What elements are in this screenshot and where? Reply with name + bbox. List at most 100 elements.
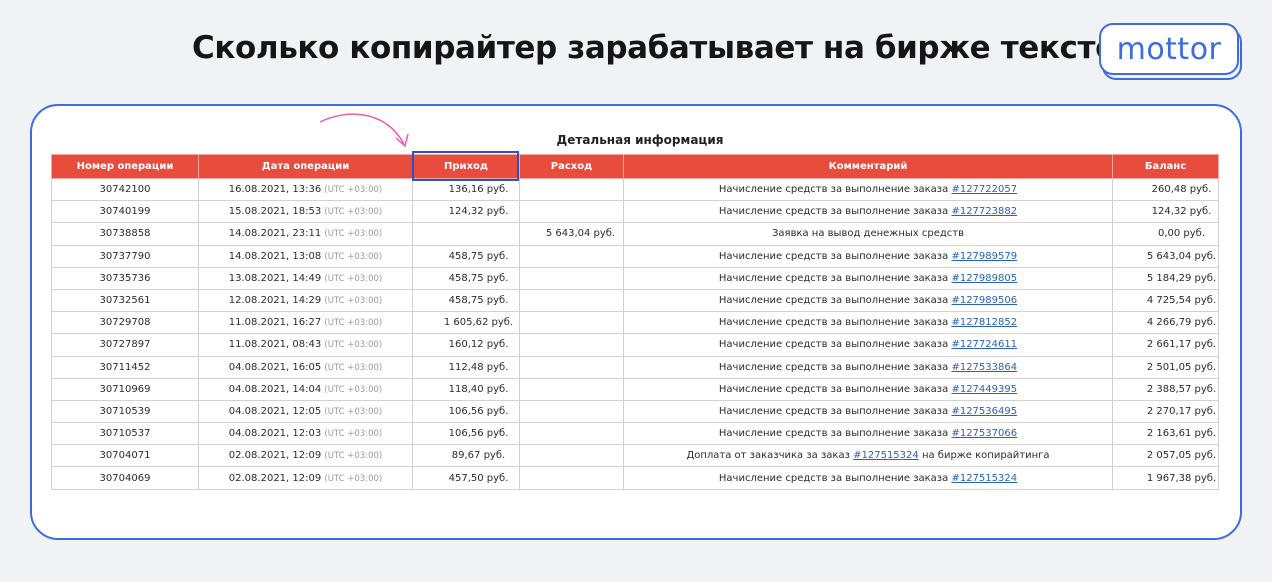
operation-date: 02.08.2021, 12:09 (UTC +03:00) <box>198 444 413 468</box>
timezone-label: (UTC +03:00) <box>324 251 383 262</box>
section-title: Детальная информация <box>556 133 724 147</box>
comment: Начисление средств за выполнение заказа … <box>623 288 1113 313</box>
comment: Начисление средств за выполнение заказа … <box>623 422 1113 446</box>
mottor-logo[interactable]: mottor <box>1099 23 1242 80</box>
balance-amount: 4 266,79 руб. <box>1112 311 1219 335</box>
expense-amount <box>519 466 624 490</box>
income-amount: 106,56 руб. <box>412 422 520 446</box>
timezone-label: (UTC +03:00) <box>324 473 383 484</box>
timezone-label: (UTC +03:00) <box>324 406 383 417</box>
balance-amount: 5 643,04 руб. <box>1112 244 1219 268</box>
operation-date: 12.08.2021, 14:29 (UTC +03:00) <box>198 288 413 313</box>
order-link[interactable]: #127989579 <box>951 251 1017 262</box>
order-link[interactable]: #127533864 <box>951 362 1017 373</box>
table-row: 30729708 11.08.2021, 16:27 (UTC +03:00) 1 … <box>51 311 1219 335</box>
order-link[interactable]: #127724611 <box>951 339 1017 350</box>
timezone-label: (UTC +03:00) <box>324 185 383 196</box>
table-row: 30742100 16.08.2021, 13:36 (UTC +03:00) 13… <box>51 177 1219 202</box>
operation-date: 16.08.2021, 13:36 (UTC +03:00) <box>198 177 413 202</box>
timezone-label: (UTC +03:00) <box>324 384 383 395</box>
operation-number: 30742100 <box>51 177 199 202</box>
comment-text: Начисление средств за выполнение заказа <box>718 272 949 284</box>
operation-number: 30735736 <box>51 266 199 290</box>
date-value: 04.08.2021, 16:05 <box>228 361 322 373</box>
logo-text: mottor <box>1099 23 1239 75</box>
date-value: 04.08.2021, 14:04 <box>228 383 322 395</box>
operation-number: 30732561 <box>51 288 199 313</box>
comment-text: Начисление средств за выполнение заказа <box>718 339 949 351</box>
order-link[interactable]: #127723882 <box>951 206 1017 217</box>
order-link[interactable]: #127536495 <box>951 406 1017 417</box>
table-row: 30727897 11.08.2021, 08:43 (UTC +03:00) 16… <box>51 333 1219 357</box>
date-value: 11.08.2021, 08:43 <box>228 339 322 351</box>
income-amount: 106,56 руб. <box>412 399 520 424</box>
operation-number: 30738858 <box>51 222 199 246</box>
table-row: 30732561 12.08.2021, 14:29 (UTC +03:00) 45… <box>51 288 1219 313</box>
operation-number: 30710537 <box>51 422 199 446</box>
comment-text: Заявка на вывод денежных средств <box>772 228 964 240</box>
income-amount: 118,40 руб. <box>412 377 520 401</box>
order-link[interactable]: #127449395 <box>951 384 1017 395</box>
operation-number: 30740199 <box>51 200 199 224</box>
balance-amount: 2 270,17 руб. <box>1112 399 1219 424</box>
balance-amount: 2 661,17 руб. <box>1112 333 1219 357</box>
date-value: 04.08.2021, 12:05 <box>228 405 322 417</box>
comment: Начисление средств за выполнение заказа … <box>623 311 1113 335</box>
expense-amount <box>519 266 624 290</box>
order-link[interactable]: #127989805 <box>951 273 1017 284</box>
operations-table: Номер операции Дата операции Приход Расх… <box>51 154 1219 490</box>
expense-amount <box>519 444 624 468</box>
comment: Начисление средств за выполнение заказа … <box>623 333 1113 357</box>
timezone-label: (UTC +03:00) <box>324 429 383 440</box>
balance-amount: 2 057,05 руб. <box>1112 444 1219 468</box>
operation-date: 04.08.2021, 12:05 (UTC +03:00) <box>198 399 413 424</box>
table-row: 30704069 02.08.2021, 12:09 (UTC +03:00) 45… <box>51 466 1219 490</box>
comment: Начисление средств за выполнение заказа … <box>623 377 1113 401</box>
expense-amount <box>519 399 624 424</box>
balance-amount: 2 388,57 руб. <box>1112 377 1219 401</box>
expense-amount <box>519 311 624 335</box>
comment: Начисление средств за выполнение заказа … <box>623 200 1113 224</box>
comment-text: Начисление средств за выполнение заказа <box>718 295 949 307</box>
balance-amount: 0,00 руб. <box>1112 222 1219 246</box>
income-amount: 112,48 руб. <box>412 355 520 379</box>
timezone-label: (UTC +03:00) <box>324 296 383 307</box>
table-row: 30711452 04.08.2021, 16:05 (UTC +03:00) 11… <box>51 355 1219 379</box>
balance-amount: 4 725,54 руб. <box>1112 288 1219 313</box>
income-amount: 458,75 руб. <box>412 266 520 290</box>
operation-date: 04.08.2021, 16:05 (UTC +03:00) <box>198 355 413 379</box>
comment: Начисление средств за выполнение заказа … <box>623 177 1113 202</box>
expense-amount <box>519 177 624 202</box>
income-amount: 160,12 руб. <box>412 333 520 357</box>
operation-number: 30710969 <box>51 377 199 401</box>
comment-text: Начисление средств за выполнение заказа <box>718 184 949 196</box>
order-link[interactable]: #127515324 <box>853 450 919 461</box>
operation-date: 11.08.2021, 16:27 (UTC +03:00) <box>198 311 413 335</box>
operation-number: 30737790 <box>51 244 199 268</box>
col-balance: Баланс <box>1112 154 1219 179</box>
table-row: 30710969 04.08.2021, 14:04 (UTC +03:00) 11… <box>51 377 1219 401</box>
expense-amount <box>519 355 624 379</box>
income-amount: 1 605,62 руб. <box>412 311 520 335</box>
comment-text: Начисление средств за выполнение заказа <box>718 317 949 329</box>
operation-number: 30729708 <box>51 311 199 335</box>
table-row: 30710539 04.08.2021, 12:05 (UTC +03:00) 10… <box>51 399 1219 424</box>
order-link[interactable]: #127537066 <box>951 428 1017 439</box>
table-row: 30740199 15.08.2021, 18:53 (UTC +03:00) 12… <box>51 200 1219 224</box>
col-comment: Комментарий <box>623 154 1113 179</box>
comment-text: Доплата от заказчика за заказ <box>686 450 850 462</box>
timezone-label: (UTC +03:00) <box>324 207 383 218</box>
operation-number: 30704071 <box>51 444 199 468</box>
order-link[interactable]: #127989506 <box>951 295 1017 306</box>
date-value: 16.08.2021, 13:36 <box>228 184 322 196</box>
col-operation-date: Дата операции <box>198 154 413 179</box>
comment: Начисление средств за выполнение заказа … <box>623 399 1113 424</box>
order-link[interactable]: #127722057 <box>951 184 1017 195</box>
date-value: 04.08.2021, 12:03 <box>228 428 322 440</box>
date-value: 12.08.2021, 14:29 <box>228 295 322 307</box>
timezone-label: (UTC +03:00) <box>324 340 383 351</box>
expense-amount <box>519 422 624 446</box>
order-link[interactable]: #127812852 <box>951 317 1017 328</box>
order-link[interactable]: #127515324 <box>951 473 1017 484</box>
operation-date: 04.08.2021, 12:03 (UTC +03:00) <box>198 422 413 446</box>
